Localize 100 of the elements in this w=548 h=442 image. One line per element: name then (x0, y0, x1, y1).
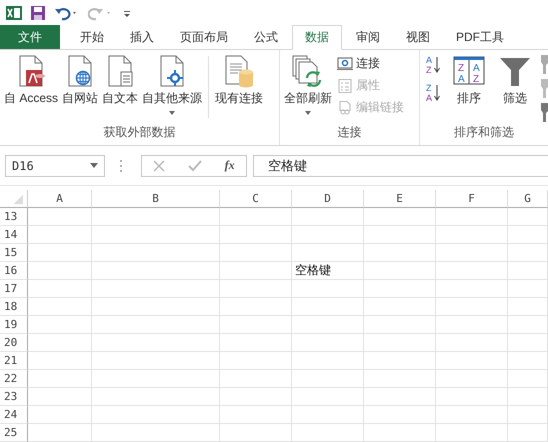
ribbon-button[interactable]: 现有连接 (214, 54, 264, 107)
table-cell (220, 316, 292, 334)
group-label: 排序和筛选 (453, 124, 515, 141)
table-cell (28, 406, 92, 424)
ribbon-button[interactable]: 自网站 (61, 54, 100, 107)
ribbon-tab[interactable]: 公式 (242, 25, 290, 49)
table-cell: 空格键 (292, 262, 364, 280)
excel-logo-icon (6, 4, 22, 20)
ribbon-button[interactable]: 自其他来源 (141, 54, 204, 116)
table-cell (436, 226, 508, 244)
column-header[interactable]: E (364, 190, 436, 208)
table-cell (292, 244, 364, 262)
column-header[interactable]: A (28, 190, 92, 208)
table-cell (436, 262, 508, 280)
row-header[interactable]: 21 (0, 352, 28, 370)
ribbon-tab[interactable]: 数据 (292, 25, 342, 50)
check-icon[interactable] (188, 160, 202, 172)
table-cell (364, 208, 436, 226)
row-header[interactable]: 14 (0, 226, 28, 244)
table-cell (292, 406, 364, 424)
ribbon-tab[interactable]: PDF工具 (444, 25, 516, 49)
row-header[interactable]: 15 (0, 244, 28, 262)
ribbon-tab[interactable]: 页面布局 (168, 25, 240, 49)
table-cell (364, 280, 436, 298)
table-cell (28, 334, 92, 352)
ribbon-button[interactable]: 全部刷新 (283, 54, 333, 116)
ribbon-button[interactable]: 筛选 (497, 54, 533, 107)
table-cell (28, 208, 92, 226)
table-cell (508, 406, 548, 424)
funnel-icon[interactable] (541, 78, 548, 98)
file-tab[interactable]: 文件 (0, 25, 60, 49)
ribbon-button[interactable]: 自 Access (3, 54, 60, 107)
table-cell (220, 406, 292, 424)
insert-function-button[interactable]: fx (224, 158, 235, 173)
table-cell (364, 352, 436, 370)
table-cell (436, 370, 508, 388)
table-cell (28, 226, 92, 244)
row-header[interactable]: 16 (0, 262, 28, 280)
ribbon-button[interactable]: 自文本 (101, 54, 140, 107)
table-cell (508, 424, 548, 442)
ribbon-tab[interactable]: 视图 (394, 25, 442, 49)
row-header[interactable]: 22 (0, 370, 28, 388)
row-header[interactable]: 19 (0, 316, 28, 334)
cancel-icon[interactable] (153, 160, 166, 172)
funnel-icon[interactable] (541, 54, 548, 74)
funnel-icon[interactable] (541, 102, 548, 122)
ribbon-tab[interactable]: 审阅 (344, 25, 392, 49)
table-cell (220, 262, 292, 280)
table-cell (508, 208, 548, 226)
group-label: 连接 (336, 124, 362, 141)
column-header[interactable]: C (220, 190, 292, 208)
table-cell (28, 370, 92, 388)
table-cell (436, 334, 508, 352)
table-cell (508, 334, 548, 352)
table-cell (364, 298, 436, 316)
table-cell (508, 280, 548, 298)
ribbon-button[interactable]: Z A A Z 排序 (451, 54, 487, 107)
table-cell (436, 424, 508, 442)
save-icon[interactable] (30, 4, 46, 20)
table-cell (436, 352, 508, 370)
table-cell (28, 244, 92, 262)
table-cell (508, 244, 548, 262)
table-cell (508, 352, 548, 370)
grip-icon (119, 158, 123, 172)
table-cell (220, 334, 292, 352)
table-cell (220, 226, 292, 244)
row-header[interactable]: 23 (0, 388, 28, 406)
column-header[interactable]: G (508, 190, 548, 208)
connection-icon (337, 56, 353, 70)
formula-field[interactable]: 空格键 (253, 154, 548, 176)
ribbon-tab[interactable]: 插入 (118, 25, 166, 49)
table-cell (292, 280, 364, 298)
table-cell (364, 334, 436, 352)
row-header[interactable]: 24 (0, 406, 28, 424)
link-document-icon (337, 100, 353, 114)
table-cell (28, 316, 92, 334)
row-header[interactable]: 18 (0, 298, 28, 316)
row-header[interactable]: 25 (0, 424, 28, 442)
select-all-icon[interactable] (0, 190, 28, 208)
table-cell (436, 316, 508, 334)
table-cell (364, 244, 436, 262)
table-cell (508, 388, 548, 406)
table-cell (508, 262, 548, 280)
table-cell (220, 244, 292, 262)
table-cell (28, 424, 92, 442)
row-header[interactable]: 13 (0, 208, 28, 226)
column-header[interactable]: F (436, 190, 508, 208)
table-cell (508, 370, 548, 388)
column-header[interactable]: B (92, 190, 220, 208)
table-cell (28, 352, 92, 370)
table-cell (292, 316, 364, 334)
row-header[interactable]: 20 (0, 334, 28, 352)
column-header[interactable]: D (292, 190, 364, 208)
row-header[interactable]: 17 (0, 280, 28, 298)
table-cell (364, 406, 436, 424)
table-cell (364, 226, 436, 244)
ribbon-tab[interactable]: 开始 (68, 25, 116, 49)
name-box[interactable]: D16 (5, 154, 105, 176)
ribbon-button[interactable]: 连接 (337, 54, 404, 73)
table-cell (508, 316, 548, 334)
